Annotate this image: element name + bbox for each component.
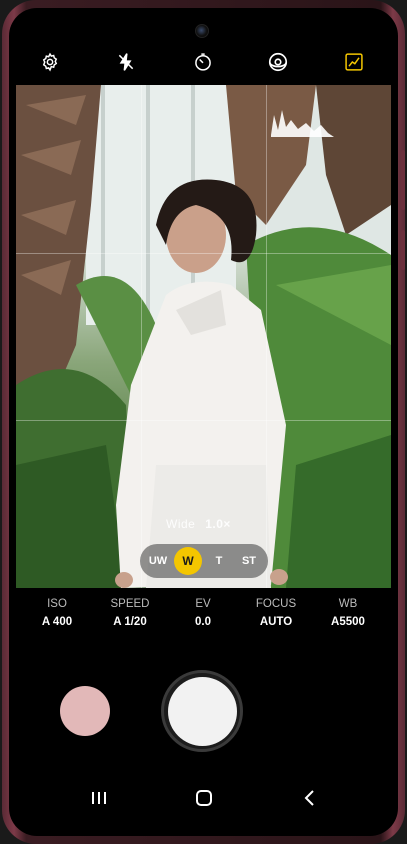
setting-value: A5500 [331,616,365,628]
flash-off-icon[interactable] [112,48,140,76]
lens-selector: UW W T ST [140,544,268,578]
volume-button [401,150,405,210]
lens-supertele-button[interactable]: ST [236,548,262,574]
grid-line [16,253,391,254]
lens-ultrawide-button[interactable]: UW [145,548,171,574]
system-nav-bar [9,780,398,816]
lens-tele-button[interactable]: T [206,548,232,574]
gallery-thumbnail[interactable] [60,686,110,736]
back-icon[interactable] [298,786,322,810]
power-button [401,230,405,270]
shutter-button[interactable] [168,677,237,746]
setting-label: EV [195,598,211,610]
setting-label: ISO [47,598,67,610]
pro-settings-bar: ISO A 400 SPEED A 1/20 EV 0.0 FOCUS AUTO… [9,598,398,648]
grid-line [141,85,142,588]
ev-setting[interactable]: EV 0.0 [168,598,238,628]
setting-value: A 1/20 [113,616,147,628]
motion-icon[interactable] [264,48,292,76]
setting-value: A 400 [41,616,73,628]
preview-image [16,85,391,588]
timer-icon[interactable] [189,48,217,76]
wb-setting[interactable]: WB A5500 [313,598,383,628]
camera-screen: Wide 1.0× UW W T ST ISO A 400 SPEED A 1/… [9,8,398,836]
setting-label: FOCUS [255,598,297,610]
focus-setting[interactable]: FOCUS AUTO [241,598,311,628]
grid-line [266,85,267,588]
zoom-indicator: Wide 1.0× [166,517,231,531]
setting-label: SPEED [110,598,150,610]
iso-setting[interactable]: ISO A 400 [22,598,92,628]
zoom-text: Wide [166,517,196,531]
setting-value: 0.0 [195,616,211,628]
recents-icon[interactable] [87,786,111,810]
zoom-value: 1.0× [205,517,231,531]
viewfinder[interactable]: Wide 1.0× UW W T ST [16,85,391,588]
lens-wide-button[interactable]: W [174,547,202,575]
setting-value: AUTO [259,616,293,628]
speed-setting[interactable]: SPEED A 1/20 [95,598,165,628]
histogram-toggle-icon[interactable] [340,48,368,76]
home-icon[interactable] [192,786,216,810]
grid-line [16,420,391,421]
settings-icon[interactable] [36,48,64,76]
setting-label: WB [338,598,358,610]
phone-frame: Wide 1.0× UW W T ST ISO A 400 SPEED A 1/… [2,0,405,844]
front-camera [195,24,209,38]
